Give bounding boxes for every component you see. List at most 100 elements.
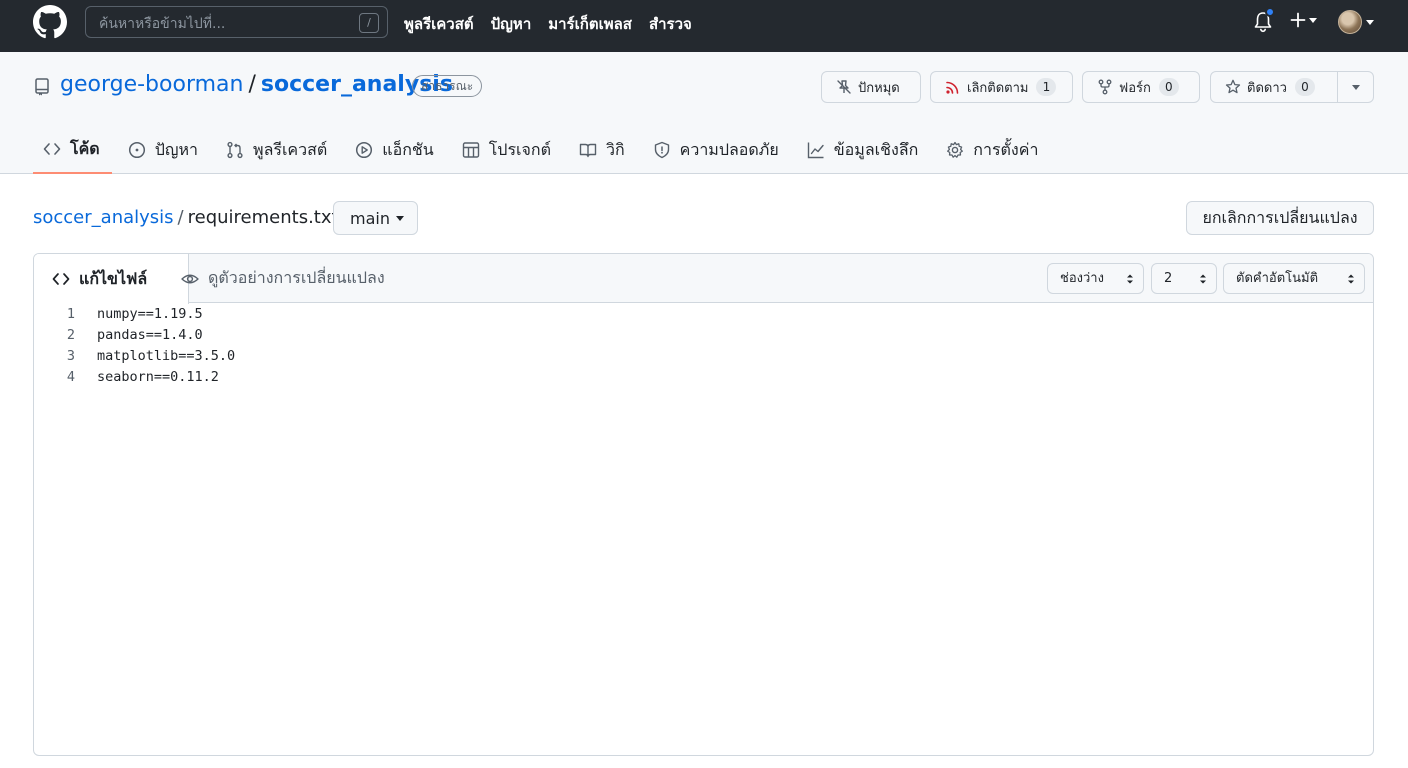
shield-icon xyxy=(654,141,669,159)
tab-label: ความปลอดภัย xyxy=(679,139,779,159)
breadcrumb-repo-link[interactable]: soccer_analysis xyxy=(33,207,174,228)
repo-title-separator: / xyxy=(248,72,256,97)
watch-count: 1 xyxy=(1036,78,1057,96)
code-icon xyxy=(43,143,61,155)
file-editor: แก้ไขไฟล์ ดูตัวอย่างการเปลี่ยนแปลง ช่องว… xyxy=(33,253,1374,756)
pin-slash-icon xyxy=(837,80,851,94)
tab-label: โปรเจกต์ xyxy=(488,139,551,159)
visibility-badge: สาธารณะ xyxy=(412,75,483,97)
breadcrumb-separator: / xyxy=(177,207,184,228)
chevron-down-icon[interactable] xyxy=(1352,85,1360,90)
book-icon xyxy=(579,143,597,158)
tab-preview-label: ดูตัวอย่างการเปลี่ยนแปลง xyxy=(208,268,385,287)
nav-marketplace[interactable]: มาร์เก็ตเพลส xyxy=(548,12,632,36)
tab-issues[interactable]: ปัญหา xyxy=(118,130,210,170)
global-header: ค้นหาหรือข้ามไปที่... / พูลรีเควสต์ ปัญห… xyxy=(0,0,1408,52)
nav-pull-requests[interactable]: พูลรีเควสต์ xyxy=(404,12,474,36)
line-wrap-value: ตัดคำอัตโนมัติ xyxy=(1236,271,1319,286)
repository-header: george-boorman / soccer_analysis สาธารณะ… xyxy=(0,52,1408,174)
tab-label: แอ็กชัน xyxy=(382,139,434,159)
tab-preview-changes[interactable]: ดูตัวอย่างการเปลี่ยนแปลง xyxy=(181,254,385,303)
tab-label: พูลรีเควสต์ xyxy=(253,139,328,159)
avatar xyxy=(1338,10,1362,34)
line-number: 4 xyxy=(66,369,75,385)
select-arrows-icon xyxy=(1200,274,1206,284)
user-menu[interactable] xyxy=(1338,10,1374,34)
line-number: 2 xyxy=(66,327,75,343)
eye-icon xyxy=(181,274,199,283)
branch-selector[interactable]: main xyxy=(333,201,418,235)
repo-icon xyxy=(35,78,49,96)
tab-security[interactable]: ความปลอดภัย xyxy=(643,130,791,170)
tab-edit-label: แก้ไขไฟล์ xyxy=(79,268,148,288)
line-number: 1 xyxy=(66,306,75,322)
search-input[interactable]: ค้นหาหรือข้ามไปที่... / xyxy=(85,6,388,38)
fork-icon xyxy=(1098,79,1112,95)
indent-size-value: 2 xyxy=(1164,271,1173,286)
branch-name: main xyxy=(350,208,390,228)
github-logo-icon[interactable] xyxy=(33,5,67,39)
notification-indicator xyxy=(1265,7,1275,17)
create-new-menu[interactable] xyxy=(1290,12,1317,28)
plus-icon xyxy=(1290,12,1306,28)
star-button[interactable]: ติดดาว 0 xyxy=(1210,71,1374,103)
fork-label: ฟอร์ก xyxy=(1119,80,1151,96)
indent-size-select[interactable]: 2 xyxy=(1151,263,1217,294)
line-wrap-select[interactable]: ตัดคำอัตโนมัติ xyxy=(1223,263,1365,294)
line-content[interactable]: matplotlib==3.5.0 xyxy=(97,348,235,364)
search-shortcut-hint: / xyxy=(359,13,379,33)
nav-explore[interactable]: สำรวจ xyxy=(649,12,692,36)
filename-input[interactable]: requirements.txt xyxy=(188,207,339,228)
rss-icon xyxy=(946,81,959,94)
tab-label: ปัญหา xyxy=(154,139,199,159)
pin-label: ปักหมุด xyxy=(858,80,900,96)
tab-label: โค้ด xyxy=(70,138,100,158)
pin-button[interactable]: ปักหมุด xyxy=(821,71,921,103)
tab-actions[interactable]: แอ็กชัน xyxy=(345,130,445,170)
line-content[interactable]: seaborn==0.11.2 xyxy=(97,369,219,385)
chevron-down-icon xyxy=(1309,17,1317,23)
indent-mode-value: ช่องว่าง xyxy=(1060,271,1104,286)
editor-toolbar: แก้ไขไฟล์ ดูตัวอย่างการเปลี่ยนแปลง ช่องว… xyxy=(34,254,1373,304)
tab-projects[interactable]: โปรเจกต์ xyxy=(452,130,563,170)
unwatch-button[interactable]: เลิกติดตาม 1 xyxy=(930,71,1073,103)
star-label: ติดดาว xyxy=(1247,80,1287,96)
tab-settings[interactable]: การตั้งค่า xyxy=(936,130,1050,170)
star-icon xyxy=(1225,79,1241,94)
file-breadcrumb: soccer_analysis / requirements.txt xyxy=(33,207,339,228)
select-arrows-icon xyxy=(1127,274,1133,284)
line-content[interactable]: pandas==1.4.0 xyxy=(97,327,203,343)
tab-insights[interactable]: ข้อมูลเชิงลึก xyxy=(797,130,931,170)
tab-pull-requests[interactable]: พูลรีเควสต์ xyxy=(216,130,339,170)
tab-label: วิกิ xyxy=(605,139,625,159)
issue-icon xyxy=(128,141,145,159)
tab-code[interactable]: โค้ด xyxy=(33,130,112,174)
table-icon xyxy=(462,142,479,158)
tab-label: การตั้งค่า xyxy=(973,139,1039,159)
tab-label: ข้อมูลเชิงลึก xyxy=(833,139,919,159)
gear-icon xyxy=(947,141,964,158)
line-number: 3 xyxy=(66,348,75,364)
global-nav: พูลรีเควสต์ ปัญหา มาร์เก็ตเพลส สำรวจ xyxy=(404,12,692,36)
play-icon xyxy=(356,141,373,159)
repository-title: george-boorman / soccer_analysis xyxy=(60,72,453,97)
repo-owner-link[interactable]: george-boorman xyxy=(60,72,243,97)
tab-edit-file[interactable]: แก้ไขไฟล์ xyxy=(34,254,189,304)
indent-mode-select[interactable]: ช่องว่าง xyxy=(1047,263,1144,294)
nav-issues[interactable]: ปัญหา xyxy=(491,12,532,36)
chevron-down-icon xyxy=(395,215,404,221)
cancel-changes-button[interactable]: ยกเลิกการเปลี่ยนแปลง xyxy=(1186,201,1374,235)
tab-wiki[interactable]: วิกิ xyxy=(569,130,637,170)
unwatch-label: เลิกติดตาม xyxy=(967,80,1029,96)
select-arrows-icon xyxy=(1348,274,1354,284)
star-count: 0 xyxy=(1294,78,1315,96)
fork-button[interactable]: ฟอร์ก 0 xyxy=(1082,71,1200,103)
pull-request-icon xyxy=(227,141,243,159)
line-content[interactable]: numpy==1.19.5 xyxy=(97,306,203,322)
search-placeholder: ค้นหาหรือข้ามไปที่... xyxy=(99,16,226,32)
fork-count: 0 xyxy=(1158,78,1179,96)
chevron-down-icon xyxy=(1366,19,1374,25)
code-icon xyxy=(52,273,70,285)
graph-icon xyxy=(807,142,824,159)
repository-tabs: โค้ด ปัญหา พูลรีเควสต์ แอ็กชัน โปรเจกต์ … xyxy=(33,130,1056,174)
